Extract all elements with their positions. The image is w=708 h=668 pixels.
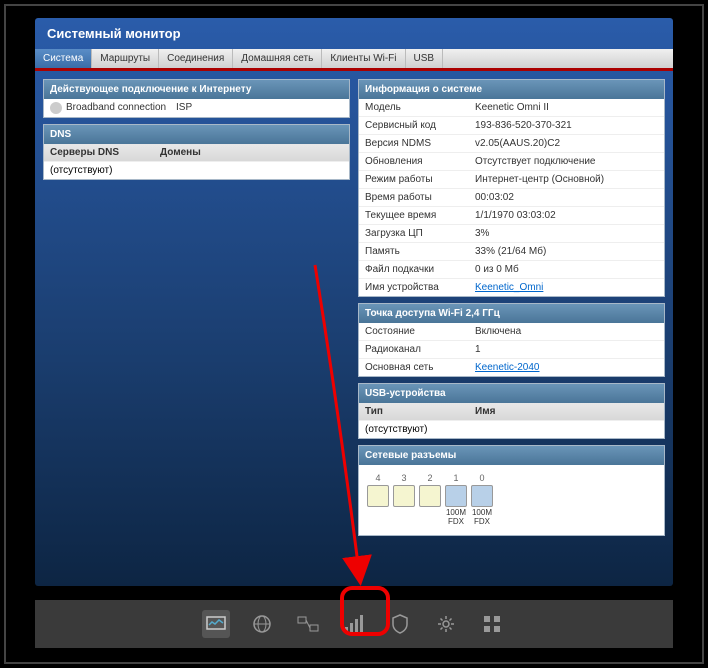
wifi-value: Включена (475, 326, 658, 337)
sys-label: Имя устройства (365, 282, 475, 293)
tab-system[interactable]: Система (35, 49, 92, 68)
panel-connection: Действующее подключение к Интернету Broa… (43, 79, 350, 118)
sys-label: Обновления (365, 156, 475, 167)
sys-value: v2.05(AAUS.20)C2 (475, 138, 658, 149)
ethernet-port: 3 (393, 473, 415, 527)
sys-value: 193-836-520-370-321 (475, 120, 658, 131)
apps-icon[interactable] (478, 610, 506, 638)
panel-usb: USB-устройства Тип Имя (отсутствуют) (358, 383, 665, 439)
sys-label: Память (365, 246, 475, 257)
wifi-value[interactable]: Keenetic-2040 (475, 362, 658, 373)
sys-value: Отсутствует подключение (475, 156, 658, 167)
sys-value: 1/1/1970 03:03:02 (475, 210, 658, 221)
sys-value: Интернет-центр (Основной) (475, 174, 658, 185)
usb-empty: (отсутствуют) (365, 424, 427, 435)
panel-usb-header: USB-устройства (359, 384, 664, 403)
tab-wifi-clients[interactable]: Клиенты Wi-Fi (322, 49, 405, 68)
sys-label: Текущее время (365, 210, 475, 221)
panel-wifi: Точка доступа Wi-Fi 2,4 ГГц СостояниеВкл… (358, 303, 665, 377)
globe-icon (50, 102, 62, 114)
tabs: Система Маршруты Соединения Домашняя сет… (35, 49, 673, 71)
sys-value: 00:03:02 (475, 192, 658, 203)
sys-value: 33% (21/64 Мб) (475, 246, 658, 257)
ethernet-port: 2 (419, 473, 441, 527)
panel-ports-header: Сетевые разъемы (359, 446, 664, 465)
panel-system-info: Информация о системе МодельKeenetic Omni… (358, 79, 665, 297)
sys-value: 3% (475, 228, 658, 239)
tab-home-network[interactable]: Домашняя сеть (233, 49, 322, 68)
gear-icon[interactable] (432, 610, 460, 638)
dns-col-domains: Домены (160, 147, 343, 158)
wifi-label: Состояние (365, 326, 475, 337)
sys-label: Сервисный код (365, 120, 475, 131)
conn-provider: ISP (176, 102, 343, 114)
sys-label: Файл подкачки (365, 264, 475, 275)
wifi-label: Радиоканал (365, 344, 475, 355)
dns-empty: (отсутствуют) (50, 165, 112, 176)
wifi-bars-icon[interactable] (340, 610, 368, 638)
panel-dns: DNS Серверы DNS Домены (отсутствуют) (43, 124, 350, 180)
ethernet-port: 1100MFDX (445, 473, 467, 527)
usb-col-name: Имя (475, 406, 658, 417)
tab-routes[interactable]: Маршруты (92, 49, 159, 68)
wifi-label: Основная сеть (365, 362, 475, 373)
sys-label: Время работы (365, 192, 475, 203)
ethernet-port: 4 (367, 473, 389, 527)
ethernet-port: 0100MFDX (471, 473, 493, 527)
sys-value[interactable]: Keenetic_Omni (475, 282, 658, 293)
sys-label: Версия NDMS (365, 138, 475, 149)
globe-nav-icon[interactable] (248, 610, 276, 638)
usb-col-type: Тип (365, 406, 475, 417)
sys-label: Загрузка ЦП (365, 228, 475, 239)
sys-value: Keenetic Omni II (475, 102, 658, 113)
monitor-icon[interactable] (202, 610, 230, 638)
sys-value: 0 из 0 Мб (475, 264, 658, 275)
panel-dns-header: DNS (44, 125, 349, 144)
conn-name: Broadband connection (66, 102, 176, 114)
panel-system-info-header: Информация о системе (359, 80, 664, 99)
sys-label: Модель (365, 102, 475, 113)
network-icon[interactable] (294, 610, 322, 638)
tab-connections[interactable]: Соединения (159, 49, 233, 68)
bottom-toolbar (35, 600, 673, 648)
panel-wifi-header: Точка доступа Wi-Fi 2,4 ГГц (359, 304, 664, 323)
panel-connection-header: Действующее подключение к Интернету (44, 80, 349, 99)
tab-usb[interactable]: USB (406, 49, 444, 68)
shield-icon[interactable] (386, 610, 414, 638)
dns-col-servers: Серверы DNS (50, 147, 160, 158)
panel-ports: Сетевые разъемы 4 3 2 1100MFDX0100MFDX (358, 445, 665, 536)
page-title: Системный монитор (35, 18, 673, 49)
sys-label: Режим работы (365, 174, 475, 185)
wifi-value: 1 (475, 344, 658, 355)
